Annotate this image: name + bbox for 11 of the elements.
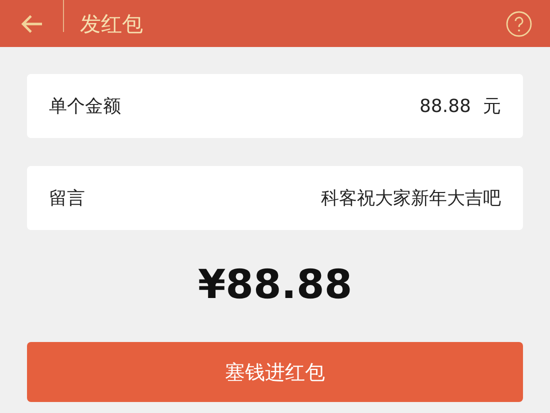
- field-value: 科客祝大家新年大吉吧: [320, 187, 501, 210]
- input-field[interactable]: 留言 科客祝大家新年大吉吧: [27, 166, 523, 230]
- back-arrow-icon[interactable]: [21, 14, 43, 34]
- field-label: 单个金额: [49, 95, 121, 118]
- total-amount: ¥88.88: [198, 262, 352, 308]
- unit-label: 元: [483, 95, 501, 118]
- help-icon[interactable]: [506, 10, 532, 36]
- input-field[interactable]: 单个金额 88.88 元: [27, 74, 523, 138]
- field-label: 留言: [49, 187, 85, 210]
- page-title: 发红包: [80, 10, 144, 38]
- field-value: 88.88: [418, 96, 471, 116]
